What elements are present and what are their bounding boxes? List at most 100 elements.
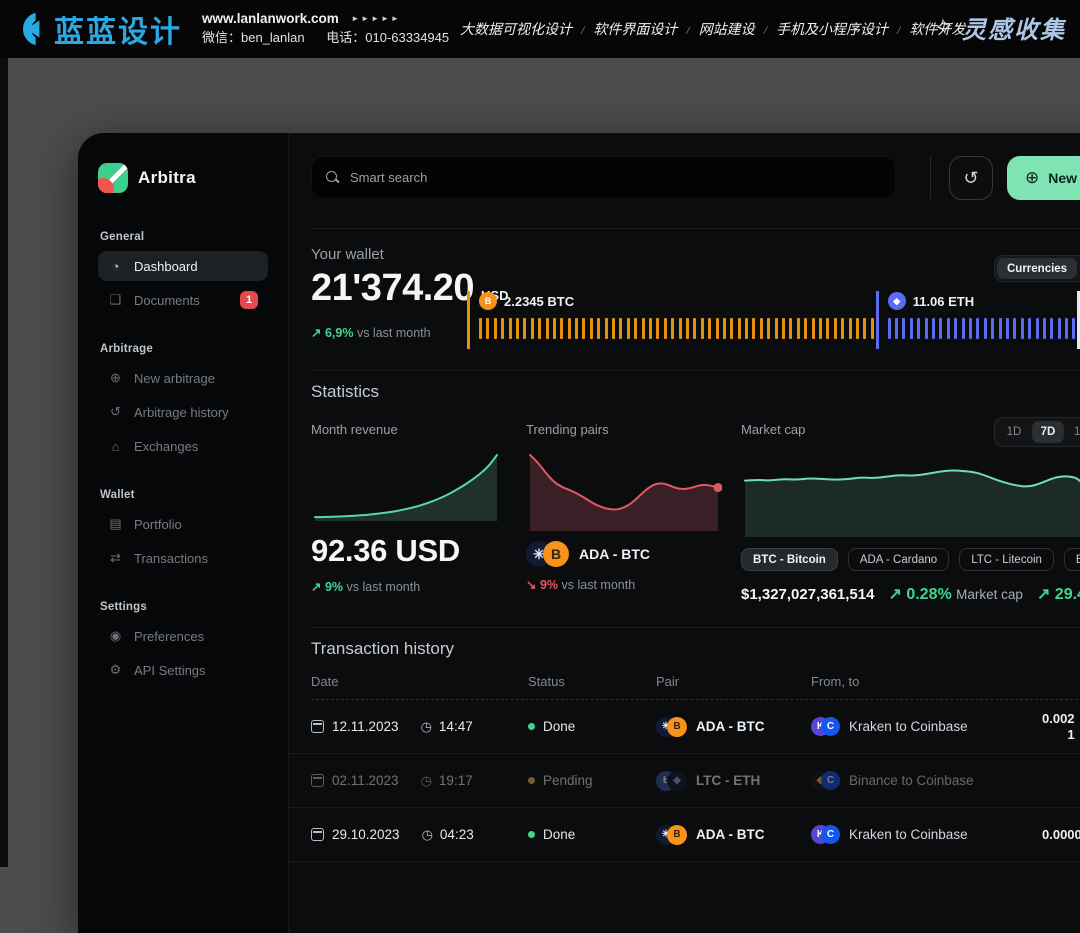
amount-line: 0.002: [1042, 711, 1075, 727]
trend-up-icon: 0.28%: [888, 586, 951, 603]
new-arbitrage-button[interactable]: ⊕ New arbitrage: [1007, 156, 1080, 200]
trending-pairs-chart: [526, 449, 722, 531]
clock-icon: ◷: [421, 719, 432, 735]
coinbase-coin-icon: C: [821, 771, 840, 790]
exchange-icons: KC: [811, 825, 840, 844]
sidebar-item-label: New arbitrage: [134, 371, 215, 386]
coin-tag-btc[interactable]: BTC - Bitcoin: [741, 548, 838, 571]
dashboard-window: Arbitra General◔Dashboard❏Documents1Arbi…: [78, 133, 1080, 933]
history-icon: ↺: [108, 404, 123, 420]
coin-tag-eth[interactable]: ETH - Ethereum: [1064, 548, 1080, 571]
sidebar-item-preferences[interactable]: ◉Preferences: [98, 621, 268, 651]
cell-from-to: KCKraken to Coinbase: [811, 825, 1042, 844]
wallet-view-toggle[interactable]: CurrenciesExchanges: [994, 255, 1080, 282]
btc-solid-coin-icon: B: [479, 292, 497, 310]
calendar-icon: [311, 720, 324, 733]
table-row[interactable]: 29.10.2023◷04:23Done✳BADA - BTCKCKraken …: [289, 808, 1080, 862]
left-edge-shadow: [0, 58, 8, 867]
pair-coin-icons: ✳B: [526, 541, 569, 567]
api-settings-icon: ⚙: [108, 662, 123, 678]
documents-icon: ❏: [108, 292, 123, 308]
pair-value: ADA - BTC: [696, 719, 765, 734]
search-bar[interactable]: [311, 156, 896, 199]
app-logo[interactable]: Arbitra: [98, 163, 268, 193]
menu-separator: /: [686, 23, 689, 37]
sidebar-item-documents[interactable]: ❏Documents1: [98, 285, 268, 315]
banner-menu-item[interactable]: 软件界面设计: [593, 23, 677, 38]
inspiration-logo[interactable]: ✧ 灵感收集: [934, 10, 1066, 45]
nav-section-label: Settings: [100, 601, 268, 613]
sidebar-item-arbitrage-history[interactable]: ↺Arbitrage history: [98, 397, 268, 427]
table-row[interactable]: 12.11.2023◷14:47Done✳BADA - BTCKCKraken …: [289, 700, 1080, 754]
column-date: Date: [311, 674, 528, 689]
btc-coin-icon: B: [667, 717, 687, 737]
cell-status: Pending: [528, 773, 656, 788]
sidebar-item-label: Transactions: [134, 551, 208, 566]
menu-separator: /: [897, 23, 900, 37]
trend-up-icon: 29.40%: [1037, 586, 1080, 603]
coinbase-coin-icon: C: [821, 825, 840, 844]
status-label: Pending: [543, 773, 593, 788]
new-arbitrage-icon: ⊕: [108, 370, 123, 386]
cell-time: ◷14:47: [421, 719, 473, 735]
search-input[interactable]: [350, 170, 881, 185]
segment-amount: 11.06 ETH: [913, 294, 974, 309]
sidebar-item-exchanges[interactable]: ⌂Exchanges: [98, 431, 268, 461]
balance-amount: 21'374.20: [311, 267, 474, 310]
wallet-delta: 6,9% vs last month: [311, 325, 431, 340]
statistics-title: Statistics: [311, 382, 379, 402]
date-value: 02.11.2023: [332, 773, 399, 788]
market-cap-chart: [741, 449, 1080, 537]
pair-value: LTC - ETH: [696, 773, 760, 788]
amount-line: 1: [1042, 727, 1075, 743]
banner-menu-item[interactable]: 手机及小程序设计: [776, 23, 888, 38]
timeframe-1m[interactable]: 1M: [1066, 421, 1080, 443]
delta-note: vs last month: [562, 578, 636, 592]
exchanges-icon: ⌂: [108, 439, 123, 454]
market-cap-tags[interactable]: BTC - Bitcoin ADA - Cardano LTC - Litecoin…: [741, 548, 1080, 571]
month-revenue-delta: 9% vs last month: [311, 579, 507, 594]
route-value: Kraken to Coinbase: [849, 719, 968, 734]
history-button[interactable]: ↺: [949, 156, 993, 200]
trend-up-icon: 9%: [311, 580, 343, 594]
site-logo[interactable]: 蓝蓝设计: [10, 7, 182, 51]
site-brand-text: 蓝蓝设计: [54, 7, 182, 51]
wallet-view-currencies[interactable]: Currencies: [997, 258, 1077, 279]
wallet-segment-btc: B2.2345 BTC: [467, 291, 874, 349]
sidebar-item-dashboard[interactable]: ◔Dashboard: [98, 251, 268, 281]
pair-coin-icons: ✳B: [656, 825, 687, 845]
btc-coin-icon: B: [543, 541, 569, 567]
timeframe-switcher[interactable]: 1D7D1M: [994, 417, 1080, 447]
site-banner: 蓝蓝设计 www.lanlanwork.com ►►►►► 微信：ben_lan…: [0, 0, 1080, 58]
nav-section-label: Arbitrage: [100, 343, 268, 355]
sidebar-item-portfolio[interactable]: ▤Portfolio: [98, 509, 268, 539]
coin-tag-ltc[interactable]: LTC - Litecoin: [959, 548, 1054, 571]
coin-tag-ada[interactable]: ADA - Cardano: [848, 548, 949, 571]
lanlan-logo-icon: [10, 10, 48, 48]
divider: [311, 627, 1080, 628]
status-dot-done: [528, 723, 535, 730]
transaction-history-title: Transaction history: [311, 639, 454, 659]
timeframe-1d[interactable]: 1D: [998, 421, 1030, 443]
status-dot-pending: [528, 777, 535, 784]
sidebar: Arbitra General◔Dashboard❏Documents1Arbi…: [78, 133, 288, 933]
status-dot-done: [528, 831, 535, 838]
banner-menu-item[interactable]: 大数据可视化设计: [460, 23, 572, 38]
cell-time: ◷19:17: [421, 773, 473, 789]
inspiration-text: 灵感收集: [962, 10, 1066, 45]
exchange-icons: ◆C: [811, 771, 840, 790]
sidebar-item-api-settings[interactable]: ⚙API Settings: [98, 655, 268, 685]
eth-coin-icon: ◆: [667, 771, 687, 791]
pair-coin-icons: ✳B: [656, 717, 687, 737]
preferences-icon: ◉: [108, 628, 123, 644]
banner-menu-item[interactable]: 网站建设: [699, 23, 755, 38]
star-icon: ✧: [932, 12, 956, 44]
sidebar-item-new-arbitrage[interactable]: ⊕ New arbitrage: [98, 363, 268, 393]
sidebar-item-transactions[interactable]: ⇄Transactions: [98, 543, 268, 573]
table-row[interactable]: 02.11.2023◷19:17PendingŁ◆LTC - ETH◆CBina…: [289, 754, 1080, 808]
site-url[interactable]: www.lanlanwork.com: [202, 11, 339, 26]
timeframe-7d[interactable]: 7D: [1032, 421, 1064, 443]
trending-pairs-label: Trending pairs: [526, 422, 726, 437]
search-icon: [326, 171, 340, 185]
menu-separator: /: [581, 23, 584, 37]
